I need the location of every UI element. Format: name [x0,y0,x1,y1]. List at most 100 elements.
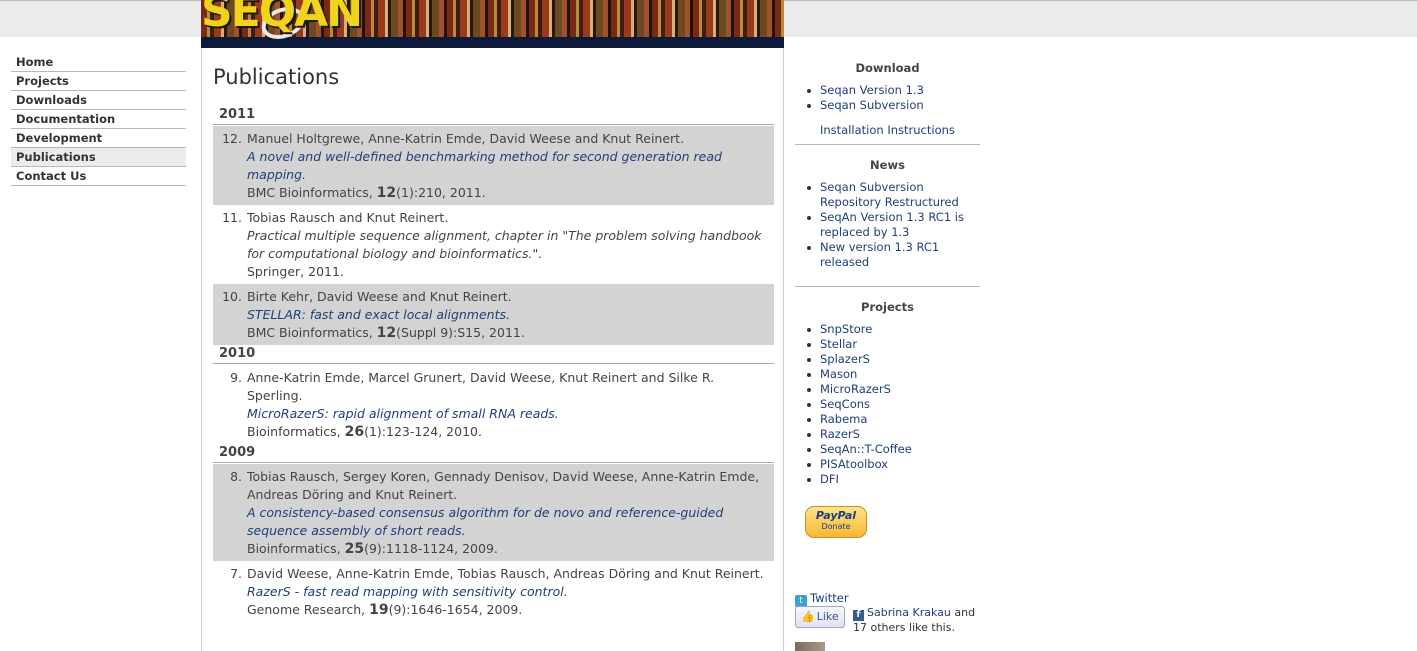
project-link[interactable]: SeqAn::T-Coffee [820,442,912,456]
list-item[interactable]: DFI [806,472,980,487]
year-heading: 2009 [213,444,774,463]
project-link[interactable]: MicroRazerS [820,382,891,396]
twitter-link[interactable]: t Twitter [795,591,849,607]
facebook-like-text: f Sabrina Krakau and 17 others like this. [853,606,978,635]
publication-venue: Bioinformatics, 26(1):123-124, 2010. [247,423,768,441]
list-item[interactable]: PISAtoolbox [806,457,980,472]
like-label: Like [816,610,839,623]
project-link[interactable]: PISAtoolbox [820,457,888,471]
venue-volume: 12 [376,325,397,341]
nav-item-publications[interactable]: Publications [11,148,186,167]
publication-entry: 8. Tobias Rausch, Sergey Koren, Gennady D… [213,464,774,561]
projects-heading: Projects [861,300,914,314]
nav-item-projects[interactable]: Projects [11,72,186,91]
list-item[interactable]: MicroRazerS [806,382,980,397]
publication-title[interactable]: A consistency-based consensus algorithm … [247,504,768,540]
list-item[interactable]: Mason [806,367,980,382]
year-heading: 2011 [213,106,774,125]
paypal-logo: PayPal [815,509,857,522]
venue-issue-pages: (9):1118-1124, 2009. [364,541,498,556]
download-link-version[interactable]: Seqan Version 1.3 [820,83,924,97]
download-link-subversion[interactable]: Seqan Subversion [820,98,924,112]
nav-item-documentation[interactable]: Documentation [11,110,186,129]
publication-number: 9. [230,370,242,385]
news-list: Seqan Subversion Repository Restructured… [795,180,980,270]
publication-list: 2011 12. Manuel Holtgrewe, Anne-Katrin Emd… [213,106,774,622]
projects-list: SnpStore Stellar SplazerS Mason MicroRazerS S… [795,322,980,487]
publication-authors: Birte Kehr, David Weese and Knut Reinert… [247,289,512,304]
site-banner[interactable]: SEQAN [201,0,784,48]
page-title: Publications [213,65,340,89]
publication-authors: David Weese, Anne-Katrin Emde, Tobias Ra… [247,566,764,581]
list-item[interactable]: SeqAn::T-Coffee [806,442,980,457]
list-item[interactable]: SeqCons [806,397,980,412]
venue-volume: 25 [344,541,365,557]
publication-number: 7. [230,566,242,581]
download-list: Seqan Version 1.3 Seqan Subversion [795,83,980,113]
project-link[interactable]: Mason [820,367,857,381]
project-link[interactable]: RazerS [820,427,860,441]
list-item[interactable]: RazerS [806,427,980,442]
facebook-like-button[interactable]: 👍 Like [795,606,845,628]
venue-journal: Springer, 2011. [247,264,344,279]
publication-entry: 12. Manuel Holtgrewe, Anne-Katrin Emde, D… [213,126,774,205]
venue-volume: 12 [376,185,397,201]
avatar[interactable] [795,642,825,651]
venue-issue-pages: (9):1646-1654, 2009. [388,602,523,617]
publication-entry: 10. Birte Kehr, David Weese and Knut Rein… [213,284,774,345]
venue-journal: Bioinformatics, [247,541,345,556]
venue-issue-pages: (1):210, 2011. [396,185,486,200]
list-item[interactable]: Stellar [806,337,980,352]
facebook-friend-link[interactable]: Sabrina Krakau [867,606,951,619]
publication-number: 10. [222,289,242,304]
publication-title[interactable]: A novel and well-defined benchmarking me… [247,148,768,184]
paypal-donate-label: Donate [821,522,851,531]
list-item[interactable]: Seqan Version 1.3 [806,83,980,98]
publication-authors: Tobias Rausch, Sergey Koren, Gennady Den… [247,469,760,502]
publication-title[interactable]: STELLAR: fast and exact local alignments… [247,306,768,324]
venue-journal: Bioinformatics, [247,424,345,439]
list-item[interactable]: SnpStore [806,322,980,337]
publication-number: 8. [230,469,242,484]
project-link[interactable]: SeqCons [820,397,870,411]
project-link[interactable]: Rabema [820,412,867,426]
paypal-donate-button[interactable]: PayPal Donate [805,506,867,538]
news-heading: News [870,158,905,172]
list-item[interactable]: SeqAn Version 1.3 RC1 is replaced by 1.3 [806,210,980,240]
list-item[interactable]: Seqan Subversion [806,98,980,113]
project-link[interactable]: DFI [820,472,839,486]
project-link[interactable]: SnpStore [820,322,872,336]
news-link[interactable]: New version 1.3 RC1 released [820,240,939,269]
installation-instructions-link[interactable]: Installation Instructions [820,123,955,137]
list-item[interactable]: Seqan Subversion Repository Restructured [806,180,980,210]
list-item[interactable]: Rabema [806,412,980,427]
news-link[interactable]: SeqAn Version 1.3 RC1 is replaced by 1.3 [820,210,964,239]
publication-entry: 11. Tobias Rausch and Knut Reinert. Practi… [213,205,774,284]
publication-number: 11. [222,210,242,225]
year-heading: 2010 [213,345,774,364]
seqan-logo[interactable]: SEQAN [201,0,363,37]
nav-item-contact-us[interactable]: Contact Us [11,167,186,186]
main-content: Publications 2011 12. Manuel Holtgrewe, An… [201,48,784,651]
nav-item-downloads[interactable]: Downloads [11,91,186,110]
publication-venue: BMC Bioinformatics, 12(1):210, 2011. [247,184,768,202]
list-item[interactable]: SplazerS [806,352,980,367]
project-link[interactable]: SplazerS [820,352,870,366]
download-heading: Download [855,61,920,75]
publication-authors: Tobias Rausch and Knut Reinert. [247,210,449,225]
right-sidebar: Download Seqan Version 1.3 Seqan Subvers… [795,48,980,651]
project-link[interactable]: Stellar [820,337,857,351]
thumbs-up-icon: 👍 [801,610,815,623]
publication-venue: Bioinformatics, 25(9):1118-1124, 2009. [247,540,768,558]
nav-item-development[interactable]: Development [11,129,186,148]
publication-number: 12. [222,131,242,146]
news-link[interactable]: Seqan Subversion Repository Restructured [820,180,959,209]
list-item[interactable]: New version 1.3 RC1 released [806,240,980,270]
publication-title[interactable]: RazerS - fast read mapping with sensitiv… [247,583,768,601]
publication-title[interactable]: MicroRazerS: rapid alignment of small RN… [247,405,768,423]
facebook-icon: f [853,610,864,621]
venue-volume: 19 [369,602,389,618]
venue-issue-pages: (Suppl 9):S15, 2011. [396,325,525,340]
venue-journal: Genome Research, [247,602,370,617]
nav-item-home[interactable]: Home [11,53,186,72]
